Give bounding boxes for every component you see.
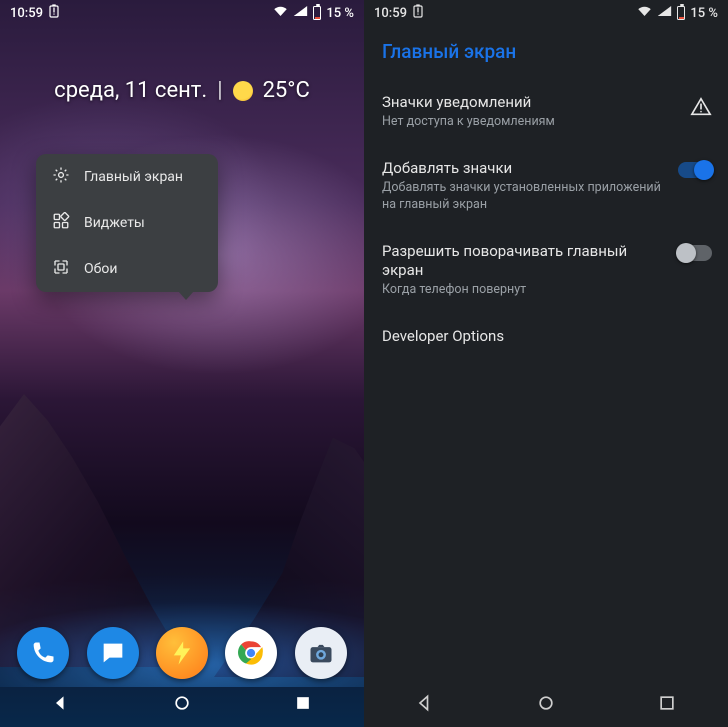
setting-title: Developer Options xyxy=(382,327,712,346)
setting-title: Значки уведомлений xyxy=(382,93,678,112)
date-weather-widget[interactable]: среда, 11 сент. | 25°C xyxy=(0,78,364,103)
setting-subtitle: Когда телефон повернут xyxy=(382,282,666,299)
setting-title: Разрешить поворачивать главный экран xyxy=(382,242,666,280)
nav-home-button[interactable] xyxy=(172,693,192,717)
home-screen-panel: 10:59 15 % среда, 11 сент. | 25°C Главны… xyxy=(0,0,364,727)
nav-home-button[interactable] xyxy=(536,693,556,717)
app-camera[interactable] xyxy=(295,627,347,679)
low-battery-warning-icon xyxy=(49,4,59,22)
status-bar: 10:59 15 % xyxy=(364,0,728,26)
popup-wallpapers[interactable]: Обои xyxy=(36,246,218,292)
weather-sun-icon xyxy=(233,81,253,101)
date-text: среда, 11 сент. xyxy=(54,78,207,103)
warning-icon xyxy=(690,96,712,118)
home-settings-panel: 10:59 15 % Главный экран Значки уведомле… xyxy=(364,0,728,727)
setting-subtitle: Нет доступа к уведомлениям xyxy=(382,114,678,131)
nav-recent-button[interactable] xyxy=(293,693,313,717)
popup-home-settings[interactable]: Главный экран xyxy=(36,154,218,200)
app-chrome[interactable] xyxy=(225,627,277,679)
toggle-allow-rotation[interactable] xyxy=(678,245,712,261)
app-dock xyxy=(0,627,364,679)
wifi-icon xyxy=(273,5,288,21)
battery-percent: 15 % xyxy=(690,6,718,21)
nav-bar xyxy=(364,683,728,727)
status-bar: 10:59 15 % xyxy=(0,0,364,26)
battery-icon xyxy=(677,6,685,20)
status-time: 10:59 xyxy=(374,6,407,21)
gear-icon xyxy=(52,166,70,188)
setting-allow-rotation[interactable]: Разрешить поворачивать главный экран Ког… xyxy=(364,228,728,313)
nav-bar xyxy=(0,683,364,727)
temperature-text: 25°C xyxy=(263,78,310,103)
settings-list: Значки уведомлений Нет доступа к уведомл… xyxy=(364,75,728,360)
signal-icon xyxy=(657,5,672,21)
app-messages[interactable] xyxy=(87,627,139,679)
signal-icon xyxy=(293,5,308,21)
wallpaper-icon xyxy=(52,258,70,280)
status-time: 10:59 xyxy=(10,6,43,21)
wifi-icon xyxy=(637,5,652,21)
popup-home-settings-label: Главный экран xyxy=(84,169,183,185)
weather-divider: | xyxy=(217,78,222,103)
setting-title: Добавлять значки xyxy=(382,159,666,178)
nav-back-button[interactable] xyxy=(51,693,71,717)
toggle-add-icons[interactable] xyxy=(678,162,712,178)
nav-back-button[interactable] xyxy=(415,693,435,717)
popup-wallpapers-label: Обои xyxy=(84,261,117,277)
battery-percent: 15 % xyxy=(326,6,354,21)
setting-developer-options[interactable]: Developer Options xyxy=(364,313,728,360)
long-press-popup: Главный экран Виджеты Обои xyxy=(36,154,218,292)
app-tasker[interactable] xyxy=(156,627,208,679)
popup-widgets[interactable]: Виджеты xyxy=(36,200,218,246)
setting-notification-badges[interactable]: Значки уведомлений Нет доступа к уведомл… xyxy=(364,79,728,145)
widgets-icon xyxy=(52,212,70,234)
popup-widgets-label: Виджеты xyxy=(84,215,145,231)
low-battery-warning-icon xyxy=(413,4,423,22)
nav-recent-button[interactable] xyxy=(657,693,677,717)
setting-subtitle: Добавлять значки установленных приложени… xyxy=(382,180,666,214)
battery-icon xyxy=(313,6,321,20)
app-phone[interactable] xyxy=(17,627,69,679)
setting-add-icons[interactable]: Добавлять значки Добавлять значки устано… xyxy=(364,145,728,228)
